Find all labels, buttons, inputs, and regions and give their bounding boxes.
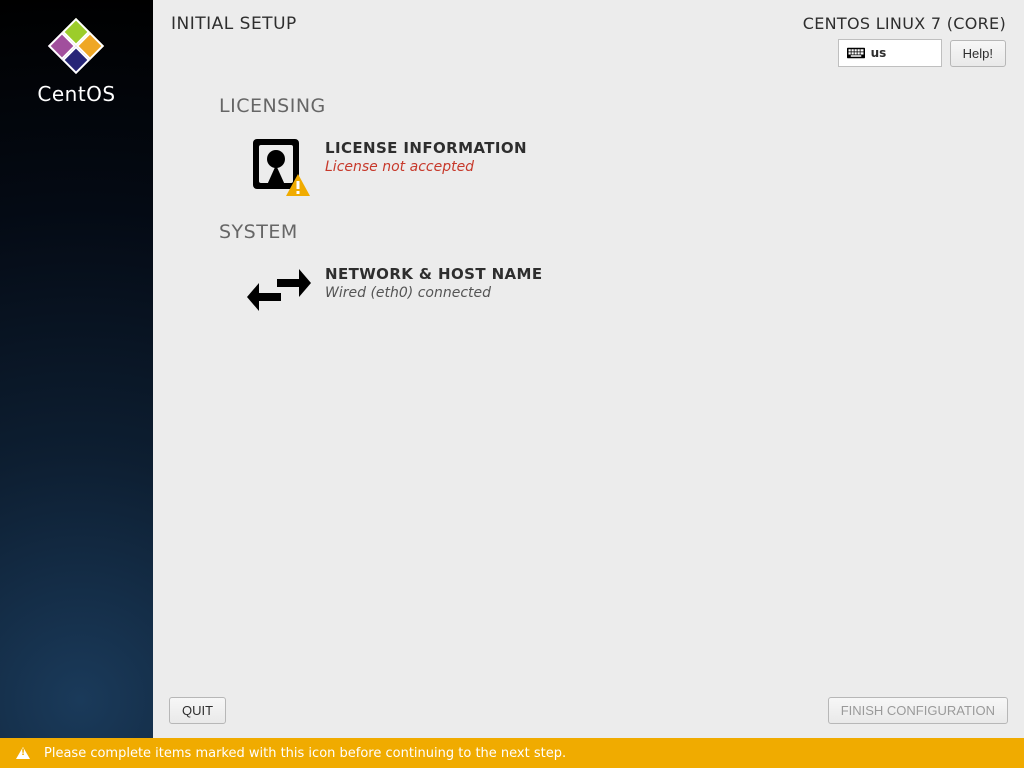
spoke-title: LICENSE INFORMATION xyxy=(325,139,527,157)
spoke-status: License not accepted xyxy=(325,159,527,175)
spoke-status: Wired (eth0) connected xyxy=(325,285,543,301)
sidebar: CentOS xyxy=(0,0,153,738)
product-name: CentOS xyxy=(37,82,115,106)
help-button[interactable]: Help! xyxy=(950,40,1006,67)
page-title: INITIAL SETUP xyxy=(171,14,297,34)
spoke-network-hostname[interactable]: NETWORK & HOST NAME Wired (eth0) connect… xyxy=(247,261,767,319)
warning-banner: Please complete items marked with this i… xyxy=(0,738,1024,768)
keyboard-layout-value: us xyxy=(871,46,887,60)
warning-banner-text: Please complete items marked with this i… xyxy=(44,746,566,761)
license-icon xyxy=(247,135,305,193)
main-panel: INITIAL SETUP CENTOS LINUX 7 (CORE) us H… xyxy=(153,0,1024,738)
centos-logo-icon xyxy=(50,20,104,74)
spoke-license-information[interactable]: LICENSE INFORMATION License not accepted xyxy=(247,135,767,193)
network-icon xyxy=(247,261,305,319)
finish-configuration-button[interactable]: FINISH CONFIGURATION xyxy=(828,697,1008,724)
distro-label: CENTOS LINUX 7 (CORE) xyxy=(803,14,1006,33)
warning-icon xyxy=(285,173,311,197)
warning-icon xyxy=(16,747,30,759)
keyboard-layout-indicator[interactable]: us xyxy=(838,39,942,67)
keyboard-icon xyxy=(847,47,865,59)
section-heading-system: SYSTEM xyxy=(219,221,1024,243)
section-heading-licensing: LICENSING xyxy=(219,95,1024,117)
spoke-title: NETWORK & HOST NAME xyxy=(325,265,543,283)
quit-button[interactable]: QUIT xyxy=(169,697,226,724)
